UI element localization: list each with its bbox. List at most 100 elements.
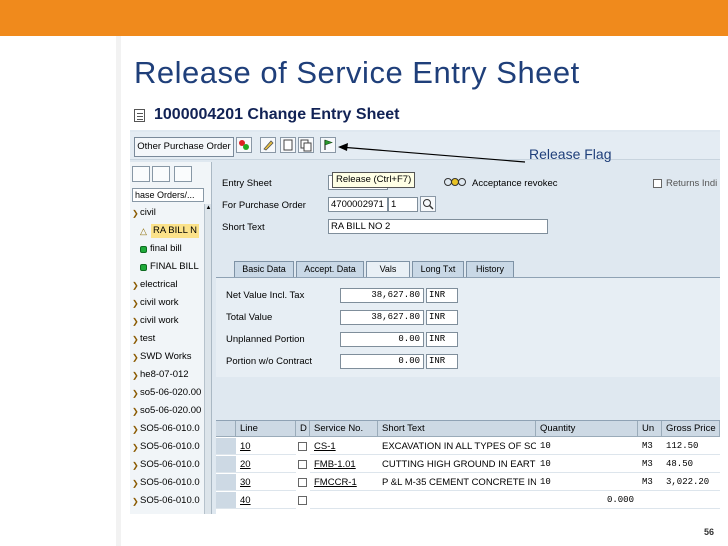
grid-cell-qty[interactable]: 10 (536, 456, 638, 473)
grid-cell-price[interactable] (662, 492, 720, 509)
tree-node[interactable]: final bill (140, 242, 182, 256)
expand-arrow-icon[interactable]: ❯ (132, 315, 140, 329)
grid-cell-text[interactable]: CUTTING HIGH GROUND IN EARTH,I (378, 456, 536, 473)
new-doc-icon[interactable] (280, 137, 296, 153)
grid-column-header[interactable]: Quantity (536, 421, 638, 437)
value-currency-field[interactable]: INR (426, 354, 458, 369)
expand-arrow-icon[interactable]: ❯ (132, 207, 140, 221)
po-search-icon[interactable] (420, 196, 436, 212)
grid-cell-unit[interactable]: M3 (638, 474, 662, 491)
other-purchase-order-button[interactable]: Other Purchase Order (134, 137, 234, 157)
tree-node[interactable]: ❯ civil (132, 206, 156, 221)
value-currency-field[interactable]: INR (426, 310, 458, 325)
row-delete-checkbox[interactable] (298, 478, 307, 487)
tree-node[interactable]: ❯ so5-06-020.00 (132, 404, 201, 419)
grid-column-header[interactable]: Gross Price (662, 421, 720, 437)
tab-history[interactable]: History (466, 261, 514, 277)
value-amount-field[interactable]: 38,627.80 (340, 310, 424, 325)
grid-cell-line[interactable]: 10 (236, 438, 296, 455)
row-selector[interactable] (216, 474, 236, 491)
returns-checkbox[interactable] (653, 179, 662, 188)
grid-cell-line[interactable]: 30 (236, 474, 296, 491)
tree-node[interactable]: △ RA BILL N (140, 224, 200, 238)
expand-arrow-icon[interactable]: ❯ (132, 297, 140, 311)
tree-node[interactable]: ❯ so5-06-020.00 (132, 386, 201, 401)
grid-select-all[interactable] (216, 421, 236, 437)
tree-toolbar-button[interactable] (132, 166, 150, 182)
tree-node[interactable]: ❯ test (132, 332, 155, 346)
release-flag-icon[interactable] (320, 137, 336, 153)
grid-cell-service[interactable] (310, 492, 378, 509)
tree-scrollbar[interactable]: ▲ (204, 204, 211, 514)
value-currency-field[interactable]: INR (426, 332, 458, 347)
grid-column-header[interactable]: Short Text (378, 421, 536, 437)
tree-node[interactable]: ❯ SWD Works (132, 350, 192, 365)
grid-column-header[interactable]: Service No. (310, 421, 378, 437)
grid-cell-line[interactable]: 40 (236, 492, 296, 509)
grid-column-header[interactable]: Line (236, 421, 296, 437)
value-amount-field[interactable]: 0.00 (340, 332, 424, 347)
expand-arrow-icon[interactable]: ❯ (132, 423, 140, 437)
value-currency-field[interactable]: INR (426, 288, 458, 303)
expand-arrow-icon[interactable]: ❯ (132, 405, 140, 419)
tree-node[interactable]: ❯ SO5-06-010.0 (132, 458, 200, 473)
row-selector[interactable] (216, 492, 236, 509)
grid-cell-price[interactable]: 48.50 (662, 456, 720, 473)
tree-toolbar-button[interactable] (174, 166, 192, 182)
grid-cell-text[interactable]: P &L M-35 CEMENT CONCRETE INCL (378, 474, 536, 491)
row-selector[interactable] (216, 456, 236, 473)
grid-cell-line[interactable]: 20 (236, 456, 296, 473)
po-item-field[interactable]: 1 (388, 197, 418, 212)
expand-arrow-icon[interactable]: ❯ (132, 459, 140, 473)
expand-arrow-icon[interactable]: ❯ (132, 279, 140, 293)
tree-node[interactable]: ❯ SO5-06-010.0 (132, 494, 200, 509)
tree-header[interactable]: hase Orders/... (132, 188, 204, 202)
grid-column-header[interactable]: Un (638, 421, 662, 437)
grid-column-header[interactable]: D (296, 421, 310, 437)
tree-toolbar-button[interactable] (152, 166, 170, 182)
tab-long-txt[interactable]: Long Txt (412, 261, 464, 277)
expand-arrow-icon[interactable]: ❯ (132, 477, 140, 491)
tree-node[interactable]: ❯ SO5-06-010.0 (132, 422, 200, 437)
edit-icon[interactable] (260, 137, 276, 153)
scroll-up-icon[interactable]: ▲ (205, 204, 211, 212)
tab-basic-data[interactable]: Basic Data (234, 261, 294, 277)
grid-cell-unit[interactable] (638, 492, 662, 509)
expand-arrow-icon[interactable]: ❯ (132, 369, 140, 383)
grid-cell-service[interactable]: FMCCR-1 (310, 474, 378, 491)
status-icon[interactable] (236, 137, 252, 153)
tree-node[interactable]: FINAL BILL (140, 260, 199, 274)
po-number-field[interactable]: 4700002971 (328, 197, 388, 212)
tab-accept-data[interactable]: Accept. Data (296, 261, 364, 277)
value-amount-field[interactable]: 38,627.80 (340, 288, 424, 303)
short-text-field[interactable]: RA BILL NO 2 (328, 219, 548, 234)
grid-cell-text[interactable]: EXCAVATION IN ALL TYPES OF SOILS (378, 438, 536, 455)
tree-node[interactable]: ❯ civil work (132, 296, 179, 311)
expand-arrow-icon[interactable]: ❯ (132, 441, 140, 455)
tree-node[interactable]: ❯ he8-07-012 (132, 368, 189, 383)
tree-node[interactable]: ❯ civil work (132, 314, 179, 329)
value-amount-field[interactable]: 0.00 (340, 354, 424, 369)
grid-cell-qty[interactable]: 10 (536, 474, 638, 491)
row-delete-checkbox[interactable] (298, 442, 307, 451)
expand-arrow-icon[interactable]: ❯ (132, 387, 140, 401)
tree-node[interactable]: ❯ electrical (132, 278, 178, 293)
grid-cell-qty[interactable]: 0.000 (536, 492, 638, 509)
row-delete-checkbox[interactable] (298, 496, 307, 505)
grid-cell-price[interactable]: 112.50 (662, 438, 720, 455)
row-selector[interactable] (216, 438, 236, 455)
grid-cell-unit[interactable]: M3 (638, 438, 662, 455)
copy-icon[interactable] (298, 137, 314, 153)
tab-vals[interactable]: Vals (366, 261, 410, 277)
tree-node[interactable]: ❯ SO5-06-010.0 (132, 440, 200, 455)
row-delete-checkbox[interactable] (298, 460, 307, 469)
grid-cell-price[interactable]: 3,022.20 (662, 474, 720, 491)
expand-arrow-icon[interactable]: ❯ (132, 351, 140, 365)
grid-cell-unit[interactable]: M3 (638, 456, 662, 473)
grid-cell-service[interactable]: CS-1 (310, 438, 378, 455)
grid-cell-text[interactable] (378, 492, 536, 509)
tree-node[interactable]: ❯ SO5-06-010.0 (132, 476, 200, 491)
grid-cell-qty[interactable]: 10 (536, 438, 638, 455)
expand-arrow-icon[interactable]: ❯ (132, 495, 140, 509)
grid-cell-service[interactable]: FMB-1.01 (310, 456, 378, 473)
